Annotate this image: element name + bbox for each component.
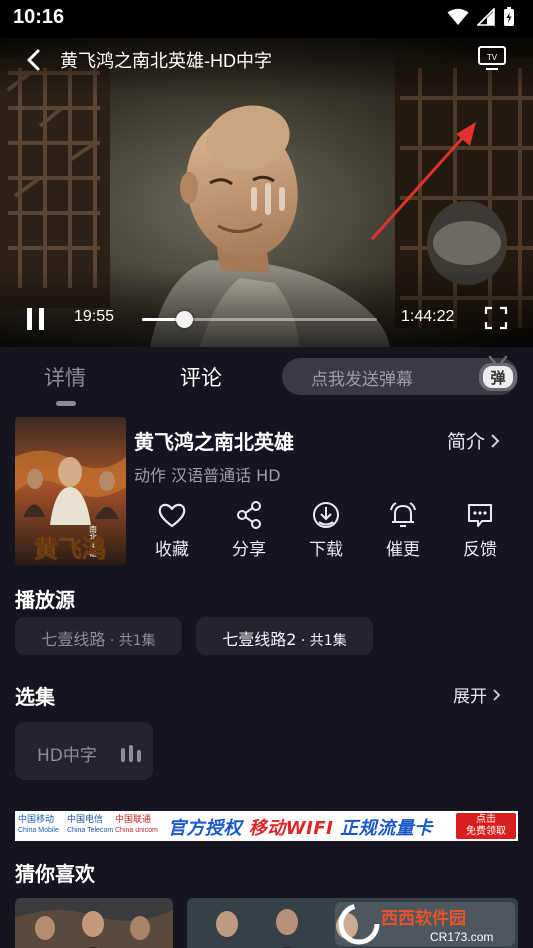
heart-icon (158, 503, 186, 528)
player-top-bar: 黄飞鸿之南北英雄-HD中字 TV (0, 38, 533, 82)
share-label: 分享 (232, 540, 266, 560)
favorite-label: 收藏 (155, 540, 189, 560)
seek-thumb[interactable] (176, 311, 194, 328)
sources-title: 播放源 (15, 588, 75, 612)
ad-logo-mobile-text: 中国移动 (18, 814, 55, 824)
danmaku-icon-text: 弹 (490, 369, 505, 387)
ad-logo-telecom-en: China Telecom (67, 827, 114, 834)
total-time: 1:44:22 (401, 308, 455, 325)
movie-meta: 动作 汉语普通话 HD (134, 466, 281, 485)
tv-cast-icon[interactable]: TV (477, 45, 507, 71)
source-count: · 共1集 (296, 633, 347, 649)
battery-charging-icon (504, 7, 514, 26)
expand-link[interactable]: 展开 (453, 682, 501, 707)
danmaku-placeholder: 点我发送弹幕 (311, 370, 413, 390)
video-player[interactable]: 黄飞鸿之南北英雄-HD中字 TV 19:55 1:44:22 (0, 38, 533, 347)
ad-text-part: 正规流量卡 (333, 818, 433, 839)
back-arrow-icon[interactable] (20, 46, 48, 74)
status-time: 10:16 (13, 6, 65, 28)
ad-banner[interactable]: 中国移动 China Mobile 中国电信 China Telecom 中国联… (15, 811, 518, 841)
status-icons (447, 7, 515, 27)
ad-logo-mobile: 中国移动 China Mobile (18, 814, 59, 836)
source-count: · 共1集 (105, 633, 156, 649)
source-name: 七壹线路 (41, 630, 106, 649)
ad-logo-unicom-en: China unicom (115, 827, 158, 834)
expand-label: 展开 (453, 687, 487, 707)
intro-label: 简介 (447, 431, 486, 453)
download-label: 下载 (309, 540, 343, 560)
tv-label: TV (487, 53, 498, 62)
watermark-brand: 西西软件园 (381, 908, 466, 929)
episode-label: HD中字 (37, 746, 97, 766)
center-pause-icon[interactable] (249, 183, 289, 215)
intro-link[interactable]: 简介 (447, 427, 500, 454)
ad-logo-telecom-text: 中国电信 (67, 814, 104, 824)
ad-headline: 官方授权 移动WIFI 正规流量卡 (168, 814, 433, 840)
episodes-title: 选集 (15, 685, 55, 709)
download-icon (313, 502, 339, 528)
danmaku-input[interactable]: 点我发送弹幕 弹 (282, 355, 518, 395)
source-name: 七壹线路2 (222, 630, 297, 649)
ad-text-part: 官方授权 (168, 818, 249, 839)
bell-icon (390, 502, 416, 527)
tabs-row: 详情 评论 点我发送弹幕 弹 (0, 347, 533, 411)
pause-icon[interactable] (24, 306, 50, 332)
chevron-right-icon (491, 433, 500, 448)
watermark-url: CR173.com (430, 930, 493, 944)
feedback-icon (468, 504, 492, 527)
recommend-title: 猜你喜欢 (15, 862, 95, 886)
remind-update-button[interactable]: 催更 (371, 497, 435, 560)
seek-bar[interactable] (142, 311, 377, 328)
recommend-thumbnail[interactable] (15, 898, 173, 948)
download-button[interactable]: 下载 (294, 497, 358, 560)
danmaku-send-icon[interactable]: 弹 (476, 354, 520, 394)
ad-logo-mobile-en: China Mobile (18, 827, 59, 834)
movie-title: 黄飞鸿之南北英雄 (134, 430, 294, 454)
ad-logo-unicom-text: 中国联通 (115, 814, 152, 824)
tab-indicator (56, 401, 76, 406)
now-playing-icon (121, 745, 141, 762)
tab-details[interactable]: 详情 (44, 362, 86, 392)
ad-cta-line1: 点击 (476, 814, 496, 825)
wifi-icon (447, 8, 469, 25)
ad-logo-unicom: 中国联通 China unicom (115, 814, 158, 836)
ad-text-highlight: 移动WIFI (248, 818, 334, 839)
video-title: 黄飞鸿之南北英雄-HD中字 (60, 51, 272, 71)
signal-icon (477, 8, 495, 26)
action-bar: 收藏 分享 下载 催更 反馈 (140, 497, 520, 567)
share-button[interactable]: 分享 (217, 497, 281, 560)
current-time: 19:55 (74, 308, 115, 325)
ad-logo-telecom: 中国电信 China Telecom (67, 814, 113, 836)
poster-title-text: 黄飞鸿 (34, 534, 106, 563)
player-controls: 19:55 1:44:22 (0, 300, 533, 340)
ad-cta-line2: 免费领取 (466, 826, 506, 837)
chevron-right-icon (493, 688, 501, 701)
status-bar: 10:16 (0, 0, 533, 38)
favorite-button[interactable]: 收藏 (140, 497, 204, 560)
fullscreen-icon[interactable] (484, 306, 508, 330)
feedback-label: 反馈 (463, 540, 497, 560)
episode-item[interactable]: HD中字 (15, 722, 153, 780)
movie-poster[interactable]: 南北英雄 黄飞鸿 (15, 417, 126, 565)
tab-comments[interactable]: 评论 (180, 362, 222, 392)
source-option-2[interactable]: 七壹线路2 · 共1集 (196, 617, 373, 655)
remind-update-label: 催更 (386, 540, 420, 560)
share-icon (237, 501, 261, 529)
source-option-1[interactable]: 七壹线路 · 共1集 (15, 617, 182, 655)
watermark-logo: 西西软件园 CR173.com (335, 902, 515, 946)
feedback-button[interactable]: 反馈 (448, 497, 512, 560)
ad-cta-button[interactable]: 点击 免费领取 (456, 813, 516, 839)
